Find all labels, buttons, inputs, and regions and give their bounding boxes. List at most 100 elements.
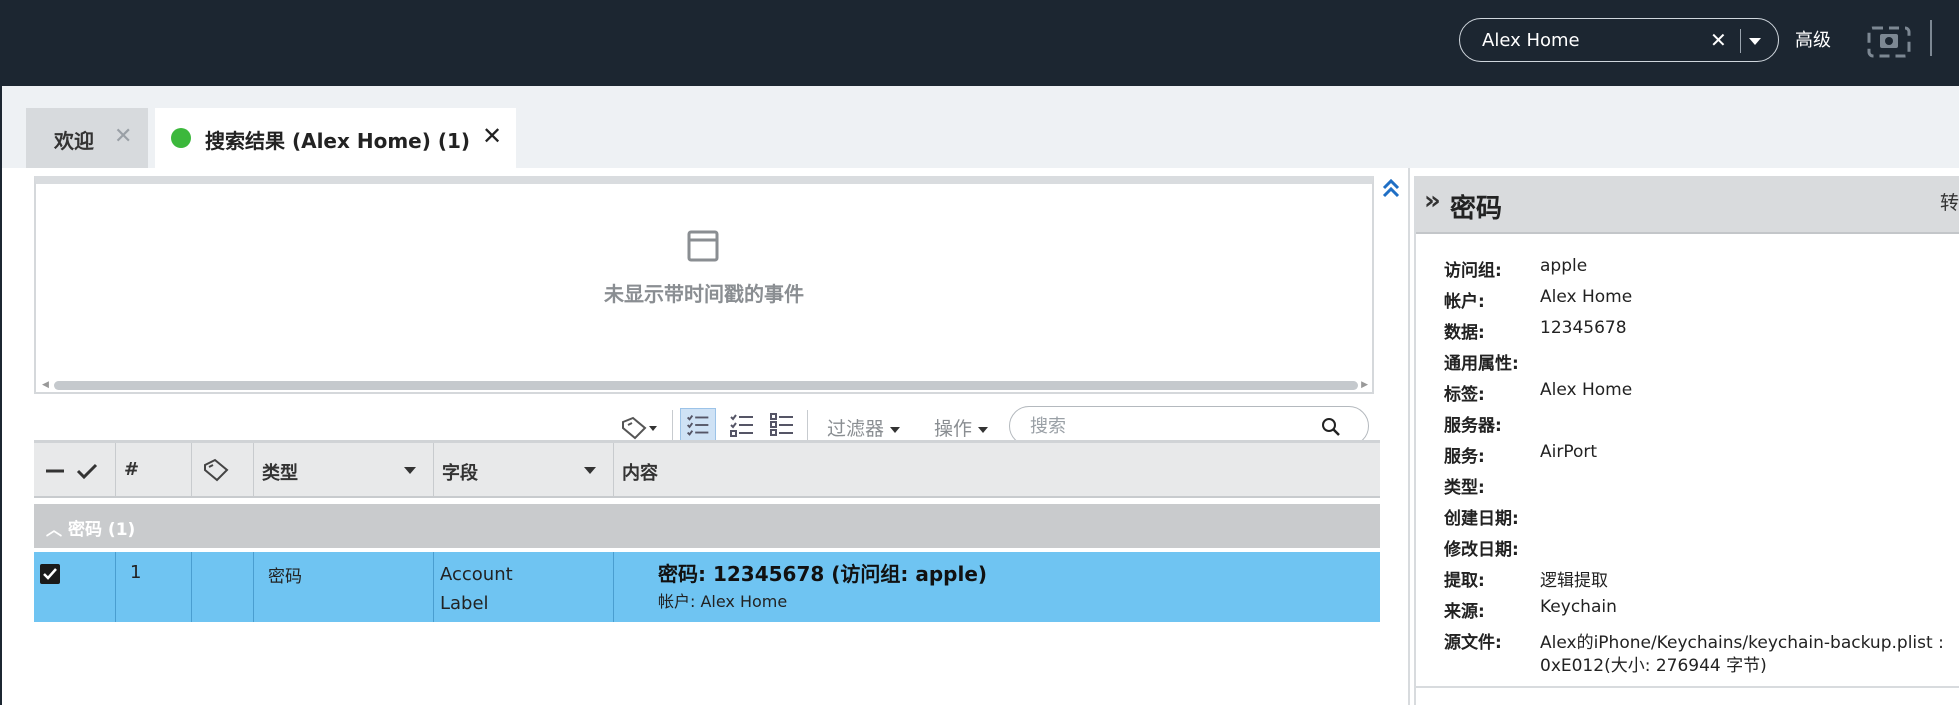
close-tab-icon[interactable]: ✕: [114, 124, 132, 149]
timeline-panel: 未显示带时间戳的事件 ◀ ▶: [34, 176, 1374, 394]
status-dot-icon: [171, 128, 191, 148]
group-row[interactable]: ︿ 密码 (1): [34, 504, 1380, 548]
property-key: 标签:: [1444, 385, 1485, 405]
table-row[interactable]: 1 密码 Account Label 密码: 12345678 (访问组: ap…: [34, 552, 1380, 622]
row-select-cell[interactable]: [34, 552, 116, 622]
search-dropdown-icon[interactable]: [1749, 38, 1761, 45]
timeline-scrollbar[interactable]: ◀ ▶: [42, 380, 1368, 390]
filter-label: 过滤器: [827, 418, 885, 440]
tab-search-results-label: 搜索结果 (Alex Home) (1): [205, 129, 471, 153]
tab-search-results[interactable]: 搜索结果 (Alex Home) (1) ✕: [155, 108, 516, 168]
property-key: 类型:: [1444, 478, 1485, 498]
action-label: 操作: [934, 418, 973, 440]
column-content-label: 内容: [622, 463, 658, 484]
collapse-up-icon[interactable]: [1380, 176, 1402, 200]
checkmark-icon: [43, 568, 57, 580]
toolbar-divider: [1930, 20, 1932, 56]
property-value: AirPort: [1540, 442, 1598, 462]
select-all-column[interactable]: [34, 443, 116, 498]
details-header-action[interactable]: 转: [1940, 188, 1959, 215]
property-value: apple: [1540, 256, 1588, 276]
row-tag-cell: [192, 552, 254, 622]
empty-window-icon: [687, 230, 719, 262]
search-divider: [1740, 29, 1741, 53]
scroll-right-icon[interactable]: ▶: [1361, 380, 1368, 390]
row-number: 1: [130, 562, 142, 583]
expand-panel-icon[interactable]: »: [1424, 186, 1441, 216]
row-content-subtitle: 帐户: Alex Home: [658, 592, 788, 611]
property-key: 服务:: [1444, 447, 1485, 467]
grid-header: # 类型 字段 内容: [34, 440, 1380, 498]
advanced-search-link[interactable]: 高级: [1795, 26, 1831, 52]
property-value-continued: 0xE012(大小: 276944 字节): [1540, 656, 1767, 676]
column-type-label: 类型: [262, 463, 298, 484]
property-key: 修改日期:: [1444, 540, 1519, 560]
checked-list-icon[interactable]: [680, 408, 716, 442]
property-key: 帐户:: [1444, 292, 1485, 312]
results-search-input[interactable]: [1030, 415, 1310, 437]
row-content-title: 密码: 12345678 (访问组: apple): [658, 562, 988, 586]
row-type: 密码: [268, 567, 302, 587]
chevron-down-icon[interactable]: [404, 467, 416, 474]
property-key: 访问组:: [1444, 261, 1502, 281]
scrollbar-thumb[interactable]: [54, 381, 1358, 390]
details-divider: [1416, 686, 1959, 688]
column-number-label: #: [124, 459, 140, 480]
column-type[interactable]: 类型: [254, 443, 434, 498]
tab-welcome-label: 欢迎: [54, 129, 94, 153]
property-value[interactable]: Alex的iPhone/Keychains/keychain-backup.pl…: [1540, 628, 1944, 653]
results-pane: 未显示带时间戳的事件 ◀ ▶ 过滤器 操作 搜索 # 类型 字段 内容 ︿ 密码…: [0, 168, 1410, 705]
unchecked-list-icon[interactable]: [764, 408, 800, 442]
column-tag[interactable]: [192, 443, 254, 498]
toolbar-divider: [807, 410, 808, 442]
tag-icon: [204, 458, 229, 482]
column-content[interactable]: 内容: [614, 443, 1380, 498]
property-key: 服务器:: [1444, 416, 1502, 436]
property-value: Alex Home: [1540, 380, 1633, 400]
column-field-label: 字段: [442, 463, 478, 484]
close-tab-icon[interactable]: ✕: [482, 122, 502, 150]
details-pane: » 密码 转 访问组: apple 帐户: Alex Home 数据: 1234567…: [1414, 176, 1959, 705]
pane-splitter[interactable]: [1408, 168, 1410, 705]
partial-check-list-icon[interactable]: [724, 408, 760, 442]
row-field-cell: Account Label: [434, 552, 614, 622]
group-label: 密码 (1): [68, 520, 136, 540]
camera-icon[interactable]: [1866, 20, 1912, 60]
property-key: 创建日期:: [1444, 509, 1519, 529]
chevron-up-icon[interactable]: ︿: [46, 516, 62, 540]
timeline-empty-text: 未显示带时间戳的事件: [604, 282, 804, 306]
chevron-down-icon: [978, 426, 989, 433]
property-key: 来源:: [1444, 602, 1485, 622]
chevron-down-icon[interactable]: [584, 467, 596, 474]
tag-dropdown-icon[interactable]: [619, 414, 659, 442]
property-key: 提取:: [1444, 571, 1485, 591]
row-content-cell: 密码: 12345678 (访问组: apple) 帐户: Alex Home: [614, 552, 1380, 622]
filter-dropdown[interactable]: 过滤器: [827, 414, 901, 441]
property-value: Alex Home: [1540, 287, 1633, 307]
tab-welcome[interactable]: 欢迎 ✕: [26, 108, 148, 168]
property-value: 12345678: [1540, 318, 1627, 338]
select-toggle-icon[interactable]: [44, 461, 104, 481]
column-number[interactable]: #: [116, 443, 192, 498]
property-value: Keychain: [1540, 597, 1617, 617]
action-dropdown[interactable]: 操作: [934, 414, 989, 441]
property-key: 源文件:: [1444, 633, 1502, 653]
column-field[interactable]: 字段: [434, 443, 614, 498]
details-title: 密码: [1450, 194, 1503, 224]
property-key: 通用属性:: [1444, 354, 1519, 374]
top-bar: Alex Home ✕ 高级: [0, 0, 1959, 86]
row-checkbox[interactable]: [40, 564, 60, 584]
scroll-left-icon[interactable]: ◀: [42, 380, 49, 390]
clear-search-icon[interactable]: ✕: [1710, 28, 1727, 52]
global-search-value[interactable]: Alex Home: [1482, 30, 1580, 51]
details-header: » 密码 转: [1416, 176, 1959, 234]
search-icon[interactable]: [1320, 416, 1342, 438]
row-field-line2: Label: [440, 593, 489, 614]
row-type-cell: 密码: [254, 552, 434, 622]
global-search-box[interactable]: Alex Home ✕: [1459, 18, 1779, 62]
row-field-line1: Account: [440, 564, 513, 585]
property-value: 逻辑提取: [1540, 571, 1608, 591]
tab-strip: 欢迎 ✕ 搜索结果 (Alex Home) (1) ✕: [0, 86, 1959, 168]
toolbar-divider: [672, 410, 673, 442]
property-key: 数据:: [1444, 323, 1485, 343]
